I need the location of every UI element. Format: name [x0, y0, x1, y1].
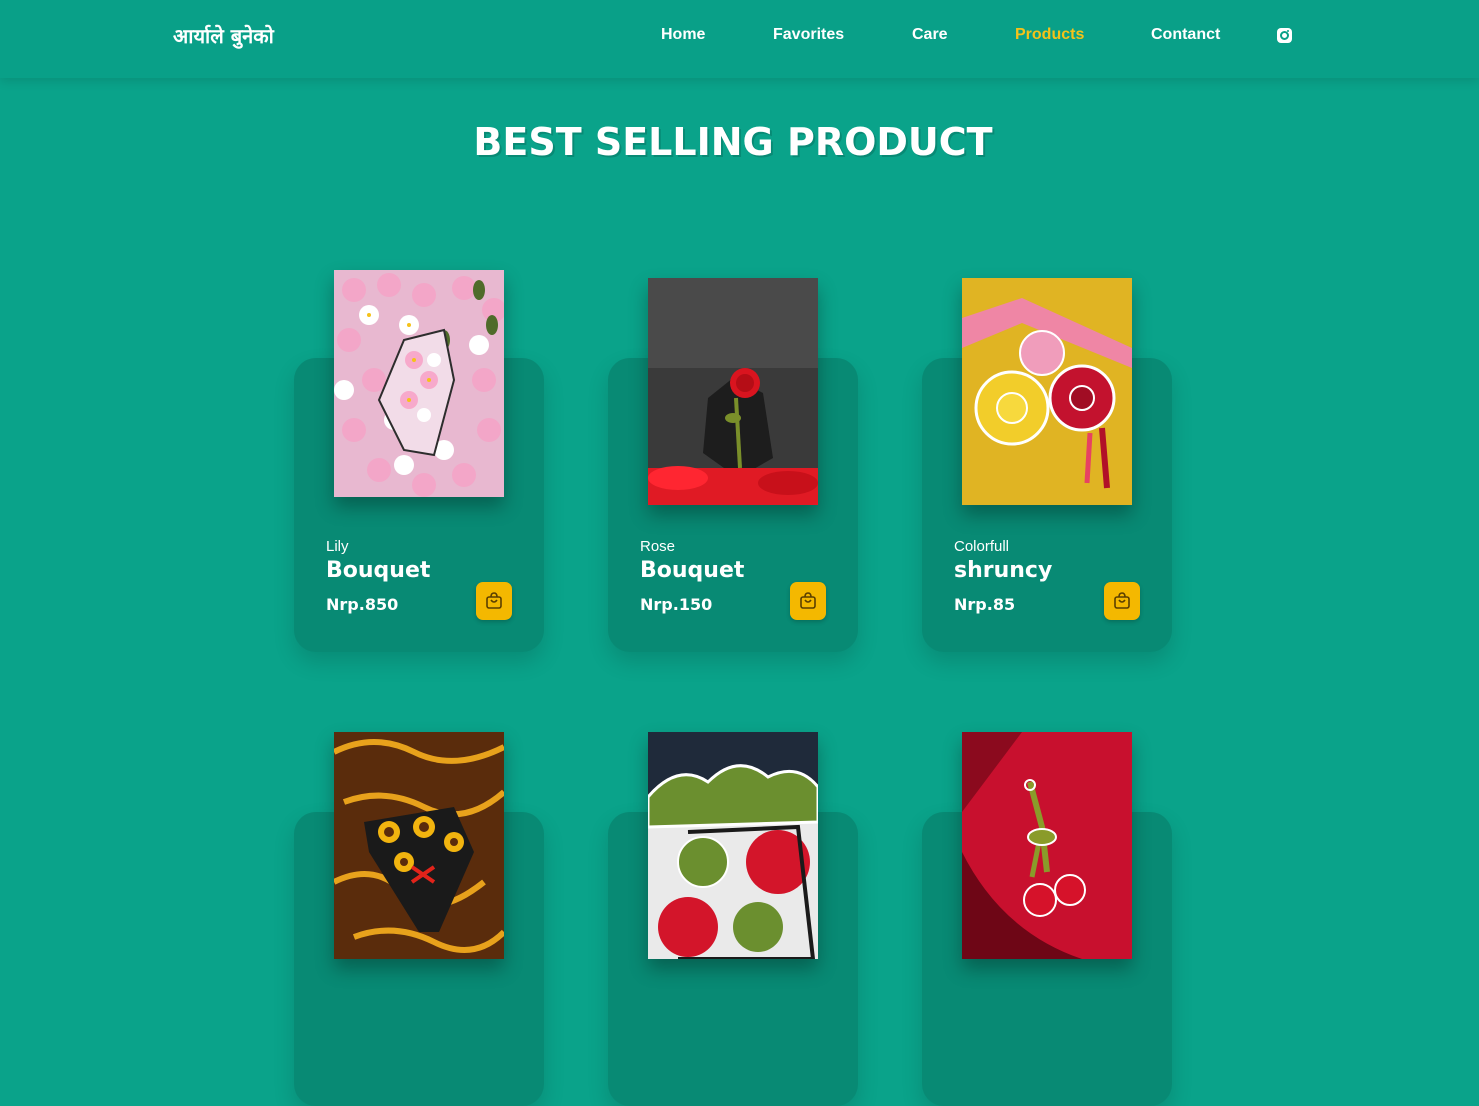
product-name: Bouquet: [326, 558, 431, 583]
product-image-lily[interactable]: [334, 270, 504, 497]
product-name: shruncy: [954, 558, 1053, 583]
product-image-mixed[interactable]: [648, 732, 818, 959]
nav-contact[interactable]: Contanct: [1151, 26, 1220, 44]
product-price: Nrp.85: [954, 595, 1016, 614]
product-price: Nrp.150: [640, 595, 713, 614]
product-name: Bouquet: [640, 558, 745, 583]
add-to-cart-button[interactable]: [476, 582, 512, 620]
product-image-rose[interactable]: [648, 278, 818, 505]
nav-products[interactable]: Products: [1015, 26, 1084, 44]
cherry-keychain-image: [962, 732, 1132, 959]
shopping-bag-icon: [800, 592, 816, 609]
top-navbar: आर्याले बुनेको Home Favorites Care Produ…: [0, 0, 1479, 78]
nav-favorites[interactable]: Favorites: [773, 26, 844, 44]
nav-care[interactable]: Care: [912, 26, 948, 44]
sunflower-bouquet-image: [334, 732, 504, 959]
rose-bouquet-image: [648, 278, 818, 505]
lily-bouquet-image: [334, 270, 504, 497]
add-to-cart-button[interactable]: [1104, 582, 1140, 620]
product-subtitle: Rose: [640, 538, 676, 555]
add-to-cart-button[interactable]: [790, 582, 826, 620]
shopping-bag-icon: [486, 592, 502, 609]
shopping-bag-icon: [1114, 592, 1130, 609]
product-price: Nrp.850: [326, 595, 399, 614]
product-subtitle: Lily: [326, 538, 349, 555]
product-subtitle: Colorfull: [954, 538, 1010, 555]
product-image-sunflower[interactable]: [334, 732, 504, 959]
product-image-cherry[interactable]: [962, 732, 1132, 959]
brand-logo[interactable]: आर्याले बुनेको: [173, 22, 274, 49]
section-title: BEST SELLING PRODUCT: [473, 120, 993, 164]
mixed-bouquet-image: [648, 732, 818, 959]
instagram-icon[interactable]: [1277, 28, 1292, 43]
scrunchies-image: [962, 278, 1132, 505]
product-image-shruncy[interactable]: [962, 278, 1132, 505]
nav-home[interactable]: Home: [661, 26, 705, 44]
